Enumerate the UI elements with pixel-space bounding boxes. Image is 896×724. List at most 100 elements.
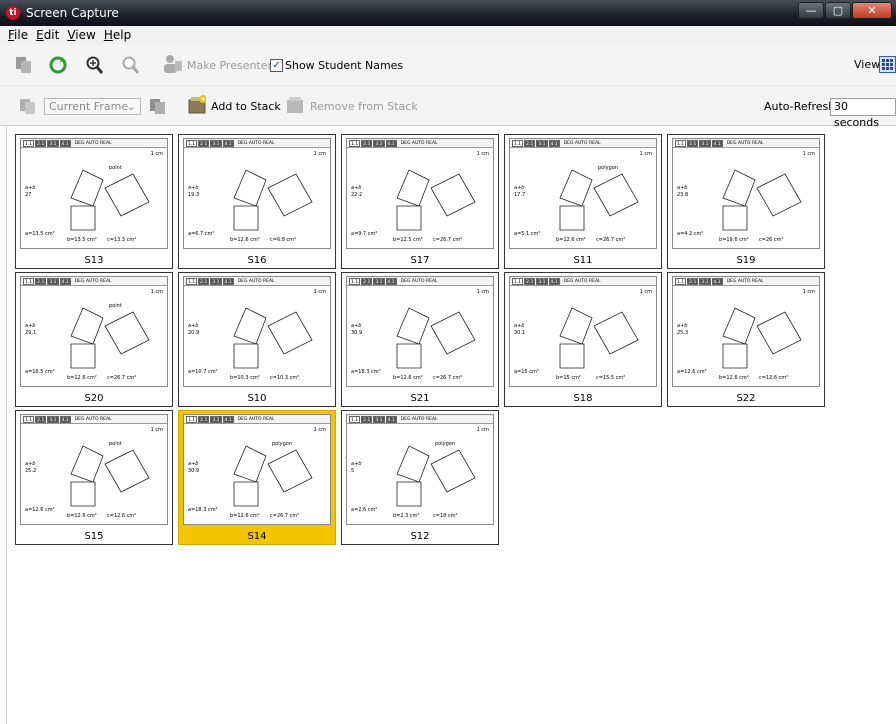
student-thumbnail[interactable]: 1.1 2.1 3.1 4.1 DEG AUTO REAL 1 cm a+b 30.9 a=18… bbox=[178, 410, 336, 545]
square-c bbox=[430, 311, 476, 355]
square-c bbox=[267, 173, 313, 217]
maximize-button[interactable]: ▢ bbox=[825, 2, 851, 19]
scale-label: 1 cm bbox=[150, 427, 163, 433]
area-c-value: c=15.5 cm² bbox=[596, 375, 626, 381]
previous-frame-icon[interactable] bbox=[18, 96, 38, 116]
remove-from-stack-icon[interactable] bbox=[284, 95, 304, 115]
student-thumbnail[interactable]: 1.1 2.1 3.1 4.1 DEG AUTO REAL 1 cm a+b 30.1 a=15… bbox=[504, 272, 662, 407]
student-thumbnail[interactable]: 1.1 2.1 3.1 4.1 DEG AUTO REAL 1 cm a+b 20.9 a=10… bbox=[178, 272, 336, 407]
page-tab: 2.1 bbox=[198, 139, 210, 147]
next-frame-icon[interactable] bbox=[148, 96, 168, 116]
area-a-value: a=4.2 cm² bbox=[677, 231, 704, 237]
area-a-value: a=13.5 cm² bbox=[25, 231, 55, 237]
ab-value: 30.1 bbox=[514, 330, 526, 336]
menu-help[interactable]: Help bbox=[104, 28, 131, 42]
student-screen: 1.1 2.1 3.1 4.1 DEG AUTO REAL 1 cm a+b 17.7 a=5.… bbox=[509, 138, 657, 249]
page-tab: 3.1 bbox=[47, 139, 59, 147]
remove-from-stack-button[interactable]: Remove from Stack bbox=[310, 100, 418, 113]
square-a bbox=[70, 169, 104, 207]
student-screen: 1.1 2.1 3.1 4.1 DEG AUTO REAL 1 cm a+b 5 a=2.6 c… bbox=[346, 414, 494, 525]
page-tab: 2.1 bbox=[35, 139, 47, 147]
add-to-stack-button[interactable]: Add to Stack bbox=[211, 100, 281, 113]
student-thumbnail[interactable]: 1.1 2.1 3.1 4.1 DEG AUTO REAL 1 cm a+b 22.2 a=9.… bbox=[341, 134, 499, 269]
area-c-value: c=26.7 cm² bbox=[433, 237, 463, 243]
minimize-button[interactable]: — bbox=[798, 2, 824, 19]
page-tab: 3.1 bbox=[47, 277, 59, 285]
auto-refresh-label: Auto-Refresh: bbox=[764, 100, 839, 113]
presenter-icon[interactable] bbox=[162, 54, 182, 74]
student-name-label: S17 bbox=[410, 255, 430, 266]
area-b-value: b=13.5 cm² bbox=[67, 237, 97, 243]
student-thumbnail[interactable]: 1.1 2.1 3.1 4.1 DEG AUTO REAL 1 cm a+b 25.3 a=12… bbox=[667, 272, 825, 407]
add-to-stack-icon[interactable] bbox=[186, 95, 206, 115]
ab-label: a+b bbox=[514, 185, 525, 191]
menu-file[interactable]: File bbox=[8, 28, 28, 42]
refresh-icon[interactable] bbox=[48, 55, 68, 75]
page-info: DEG AUTO REAL bbox=[74, 278, 112, 284]
window-title: Screen Capture bbox=[26, 6, 119, 20]
student-thumbnail[interactable]: 1.1 2.1 3.1 4.1 DEG AUTO REAL 1 cm a+b 23.8 a=4.… bbox=[667, 134, 825, 269]
square-b bbox=[396, 205, 422, 231]
area-b-value: b=10.3 cm² bbox=[230, 375, 260, 381]
area-b-value: b=12.6 cm² bbox=[719, 375, 749, 381]
menu-edit[interactable]: Edit bbox=[36, 28, 59, 42]
student-name-label: S20 bbox=[84, 393, 104, 404]
scale-label: 1 cm bbox=[476, 289, 489, 295]
page-tab: 3.1 bbox=[47, 415, 59, 423]
student-screen: 1.1 2.1 3.1 4.1 DEG AUTO REAL 1 cm a+b 22.2 a=9.… bbox=[346, 138, 494, 249]
page-tab-row: 1.1 2.1 3.1 4.1 DEG AUTO REAL bbox=[21, 277, 167, 286]
page-tab-row: 1.1 2.1 3.1 4.1 DEG AUTO REAL bbox=[21, 139, 167, 148]
page-tab: 2.1 bbox=[35, 277, 47, 285]
ab-value: 29.1 bbox=[25, 330, 37, 336]
student-thumbnail[interactable]: 1.1 2.1 3.1 4.1 DEG AUTO REAL 1 cm a+b 5 a=2.6 c… bbox=[341, 410, 499, 545]
area-c-value: c=26.7 cm² bbox=[596, 237, 626, 243]
student-name-label: S15 bbox=[84, 531, 104, 542]
student-thumbnail[interactable]: 1.1 2.1 3.1 4.1 DEG AUTO REAL 1 cm a+b 17.7 a=5.… bbox=[504, 134, 662, 269]
page-tab: 1.1 bbox=[675, 277, 687, 285]
menu-view[interactable]: View bbox=[67, 28, 95, 42]
area-b-value: b=15 cm² bbox=[556, 375, 581, 381]
page-tab: 2.1 bbox=[361, 415, 373, 423]
page-info: DEG AUTO REAL bbox=[726, 278, 764, 284]
square-a bbox=[70, 307, 104, 345]
student-name-label: S14 bbox=[247, 531, 267, 542]
student-thumbnail[interactable]: 1.1 2.1 3.1 4.1 DEG AUTO REAL 1 cm a+b 27 a=13.5… bbox=[15, 134, 173, 269]
scale-label: 1 cm bbox=[802, 151, 815, 157]
student-thumbnail[interactable]: 1.1 2.1 3.1 4.1 DEG AUTO REAL 1 cm a+b 30.9 a=18… bbox=[341, 272, 499, 407]
page-tab-row: 1.1 2.1 3.1 4.1 DEG AUTO REAL bbox=[347, 139, 493, 148]
student-screen: 1.1 2.1 3.1 4.1 DEG AUTO REAL 1 cm a+b 23.8 a=4.… bbox=[672, 138, 820, 249]
app-logo-icon: ti bbox=[6, 6, 20, 20]
page-tab: 3.1 bbox=[373, 139, 385, 147]
zoom-in-icon[interactable] bbox=[84, 55, 104, 75]
page-tab: 4.1 bbox=[385, 277, 397, 285]
grid-view-icon[interactable] bbox=[879, 56, 896, 73]
page-info: DEG AUTO REAL bbox=[400, 278, 438, 284]
ab-value: 20.9 bbox=[188, 330, 200, 336]
scale-label: 1 cm bbox=[313, 289, 326, 295]
scale-label: 1 cm bbox=[802, 289, 815, 295]
student-screen: 1.1 2.1 3.1 4.1 DEG AUTO REAL 1 cm a+b 25.2 a=12… bbox=[20, 414, 168, 525]
page-tab: 1.1 bbox=[186, 415, 198, 423]
current-frame-select[interactable]: Current Frame ⌄ bbox=[44, 98, 141, 115]
page-tab: 4.1 bbox=[548, 139, 560, 147]
square-b bbox=[396, 343, 422, 369]
make-presenter-button[interactable]: Make Presenter bbox=[187, 59, 272, 72]
student-thumbnail[interactable]: 1.1 2.1 3.1 4.1 DEG AUTO REAL 1 cm a+b 19.3 a=6.… bbox=[178, 134, 336, 269]
ab-label: a+b bbox=[351, 185, 362, 191]
area-c-value: c=10.3 cm² bbox=[270, 375, 300, 381]
zoom-out-icon[interactable] bbox=[120, 55, 140, 75]
copy-icon[interactable] bbox=[14, 55, 34, 75]
page-tab-row: 1.1 2.1 3.1 4.1 DEG AUTO REAL bbox=[673, 277, 819, 286]
menu-bar: File Edit View Help bbox=[0, 26, 896, 44]
page-tab: 2.1 bbox=[524, 277, 536, 285]
page-tab: 4.1 bbox=[59, 415, 71, 423]
student-name-label: S18 bbox=[573, 393, 593, 404]
student-thumbnail[interactable]: 1.1 2.1 3.1 4.1 DEG AUTO REAL 1 cm a+b 29.1 a=16… bbox=[15, 272, 173, 407]
show-student-names-checkbox[interactable]: ✓ bbox=[270, 59, 283, 72]
auto-refresh-select[interactable]: 30 seconds bbox=[830, 98, 896, 129]
page-tab: 4.1 bbox=[711, 139, 723, 147]
close-button[interactable]: ✕ bbox=[852, 2, 892, 19]
area-c-value: c=26 cm² bbox=[759, 237, 784, 243]
page-tab: 1.1 bbox=[349, 277, 361, 285]
student-thumbnail[interactable]: 1.1 2.1 3.1 4.1 DEG AUTO REAL 1 cm a+b 25.2 a=12… bbox=[15, 410, 173, 545]
